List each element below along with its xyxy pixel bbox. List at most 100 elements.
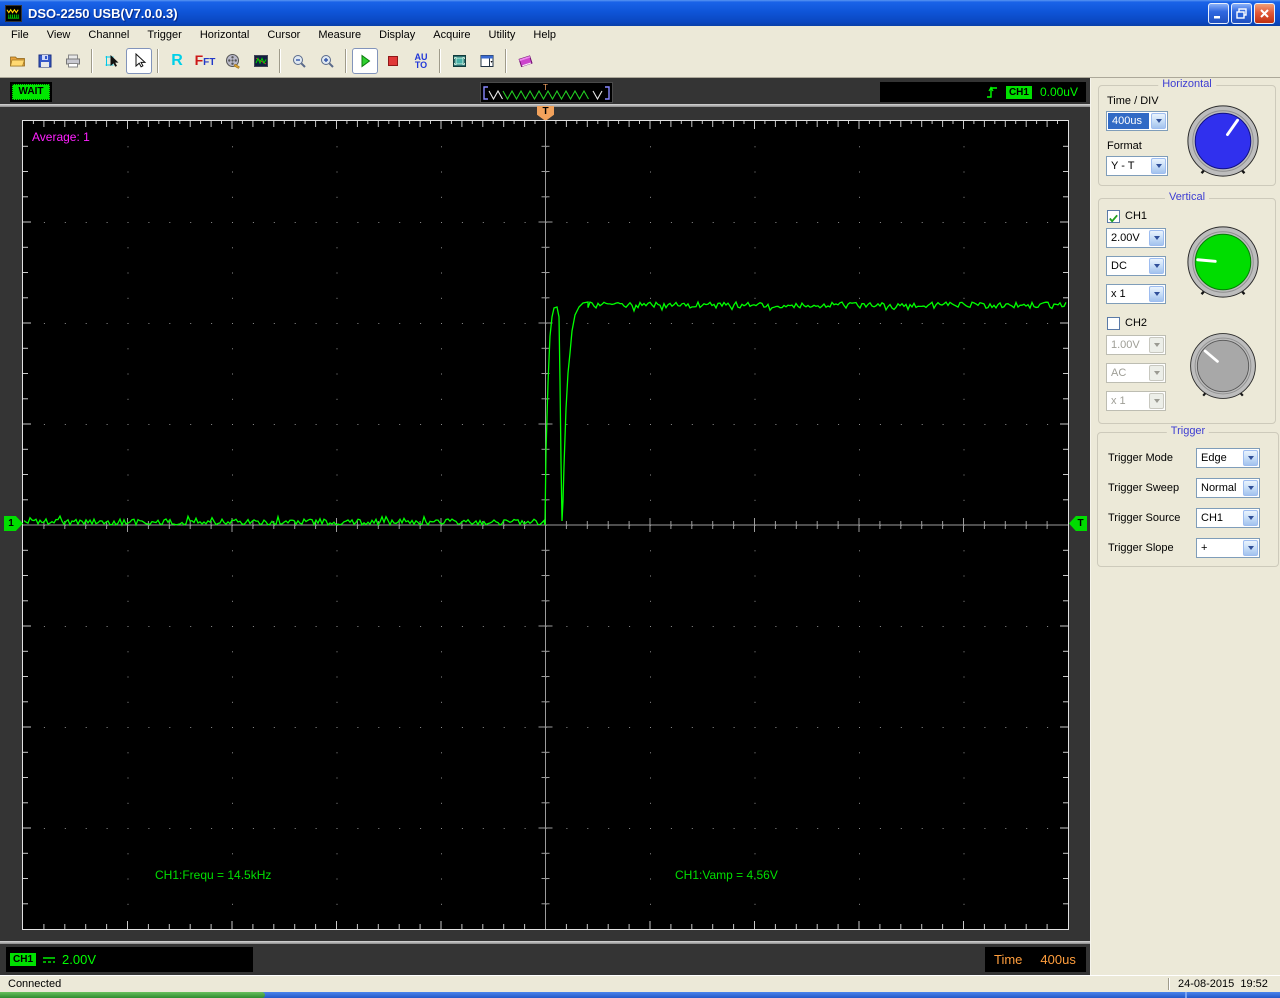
horizontal-group: Horizontal Time / DIV 400us Format Y - T: [1098, 78, 1276, 186]
open-folder-icon: [9, 56, 25, 67]
stop-icon: [388, 56, 398, 66]
title-bar: DSO-2250 USB(V7.0.0.3): [0, 0, 1280, 26]
acquisition-status-label: WAIT: [12, 84, 50, 100]
stop-button[interactable]: [380, 48, 406, 74]
trigger-group: Trigger Trigger Mode Edge Trigger Sweep Nor…: [1097, 425, 1279, 567]
menu-display[interactable]: Display: [370, 27, 424, 44]
menu-horizontal[interactable]: Horizontal: [191, 27, 259, 44]
waveform-preview[interactable]: T: [480, 82, 613, 103]
zoom-in-button[interactable]: [314, 48, 340, 74]
toolbar-separator: [91, 49, 93, 73]
open-button[interactable]: [4, 48, 30, 74]
format-label: Format: [1107, 140, 1142, 152]
dc-coupling-icon: [43, 957, 56, 963]
trigger-row: Trigger Slope +: [1108, 538, 1270, 558]
time-div-select[interactable]: 400us: [1106, 111, 1168, 131]
chevron-down-icon: [1149, 337, 1164, 353]
start-button[interactable]: [352, 48, 378, 74]
trigger-level-marker[interactable]: T: [1069, 516, 1087, 531]
save-button[interactable]: [32, 48, 58, 74]
trigger-source-select[interactable]: CH1: [1196, 508, 1260, 528]
status-bar: Connected 24-08-2015 19:52: [0, 975, 1280, 992]
print-button[interactable]: [60, 48, 86, 74]
vertical-group-title: Vertical: [1164, 191, 1210, 203]
chevron-down-icon: [1149, 393, 1164, 409]
menu-help[interactable]: Help: [524, 27, 565, 44]
film-reel-icon: [226, 54, 240, 69]
menu-channel[interactable]: Channel: [79, 27, 138, 44]
trigger-group-title: Trigger: [1166, 425, 1210, 437]
cursor-trace-button[interactable]: [98, 48, 124, 74]
refresh-button[interactable]: R: [164, 48, 190, 74]
waveform-screen-icon: [254, 55, 268, 67]
menu-utility[interactable]: Utility: [480, 27, 525, 44]
chevron-down-icon: [1243, 450, 1258, 466]
zoom-out-button[interactable]: [286, 48, 312, 74]
trigger-position-marker[interactable]: T: [537, 106, 554, 121]
floppy-save-icon: [38, 54, 52, 68]
fft-button[interactable]: FFT: [192, 48, 218, 74]
ch2-probe-select[interactable]: x 1: [1106, 391, 1166, 411]
auto-set-icon: AU TO: [414, 52, 428, 70]
time-value: 400us: [1040, 952, 1076, 967]
menu-file[interactable]: File: [2, 27, 38, 44]
ch2-position-knob[interactable]: [1187, 330, 1259, 407]
trigger-row: Trigger Source CH1: [1108, 508, 1270, 528]
full-screen-button[interactable]: [446, 48, 472, 74]
minimize-button[interactable]: [1208, 2, 1229, 24]
refresh-r-icon: R: [171, 52, 183, 69]
close-button[interactable]: [1254, 2, 1275, 24]
toolbar-separator: [505, 49, 507, 73]
windows-taskbar: [0, 992, 1280, 998]
scope-display[interactable]: Average: 1 CH1:Frequ = 14.5kHz CH1:Vamp …: [22, 120, 1069, 930]
chevron-down-icon: [1243, 480, 1258, 496]
menu-cursor[interactable]: Cursor: [258, 27, 309, 44]
ch2-volts-div-select[interactable]: 1.00V: [1106, 335, 1166, 355]
statusbar-separator: [1168, 978, 1170, 990]
ch1-position-knob[interactable]: [1184, 223, 1262, 306]
main-area: WAIT T CH1 0.00uV T Average: 1 CH1:Frequ…: [0, 78, 1280, 975]
fft-icon: FFT: [194, 52, 216, 68]
ch1-probe-select[interactable]: x 1: [1106, 284, 1166, 304]
window-layout-button[interactable]: [474, 48, 500, 74]
ch1-badge: CH1: [10, 953, 37, 966]
full-screen-icon: [452, 55, 466, 67]
trigger-sweep-select[interactable]: Normal: [1196, 478, 1260, 498]
app-icon: [5, 4, 22, 22]
trigger-row: Trigger Mode Edge: [1108, 448, 1270, 468]
ch1-position-marker[interactable]: 1: [4, 516, 23, 531]
autoset-button[interactable]: AU TO: [408, 48, 434, 74]
scope-graticule: [23, 121, 1068, 929]
menu-view[interactable]: View: [38, 27, 80, 44]
ch2-enable-checkbox[interactable]: [1107, 317, 1120, 330]
start-button-edge[interactable]: [0, 992, 265, 998]
menu-measure[interactable]: Measure: [309, 27, 370, 44]
printer-icon: [66, 54, 80, 68]
record-button[interactable]: [220, 48, 246, 74]
help-button[interactable]: [512, 48, 538, 74]
menu-trigger[interactable]: Trigger: [138, 27, 190, 44]
menu-acquire[interactable]: Acquire: [424, 27, 479, 44]
trigger-mode-select[interactable]: Edge: [1196, 448, 1260, 468]
horizontal-position-knob[interactable]: [1184, 102, 1262, 185]
panel-separator: [0, 941, 1090, 944]
menu-bar: File View Channel Trigger Horizontal Cursor Me…: [0, 26, 1280, 45]
ch1-enable-checkbox[interactable]: [1107, 210, 1120, 223]
trigger-mode-label: Trigger Mode: [1108, 452, 1174, 464]
restore-button[interactable]: [1231, 2, 1252, 24]
cursor-arrow-button[interactable]: [126, 48, 152, 74]
horizontal-group-title: Horizontal: [1158, 78, 1216, 90]
connection-status: Connected: [8, 978, 62, 990]
chevron-down-icon: [1149, 230, 1164, 246]
format-select[interactable]: Y - T: [1106, 156, 1168, 176]
display-mode-button[interactable]: [248, 48, 274, 74]
trigger-slope-select[interactable]: +: [1196, 538, 1260, 558]
ch1-coupling-select[interactable]: DC: [1106, 256, 1166, 276]
time-div-label: Time / DIV: [1107, 95, 1159, 107]
ch1-frequency-measure: CH1:Frequ = 14.5kHz: [155, 868, 272, 882]
ch2-coupling-select[interactable]: AC: [1106, 363, 1166, 383]
zoom-out-icon: [293, 55, 306, 68]
toolbar-separator: [157, 49, 159, 73]
chevron-down-icon: [1243, 540, 1258, 556]
ch1-volts-div-select[interactable]: 2.00V: [1106, 228, 1166, 248]
